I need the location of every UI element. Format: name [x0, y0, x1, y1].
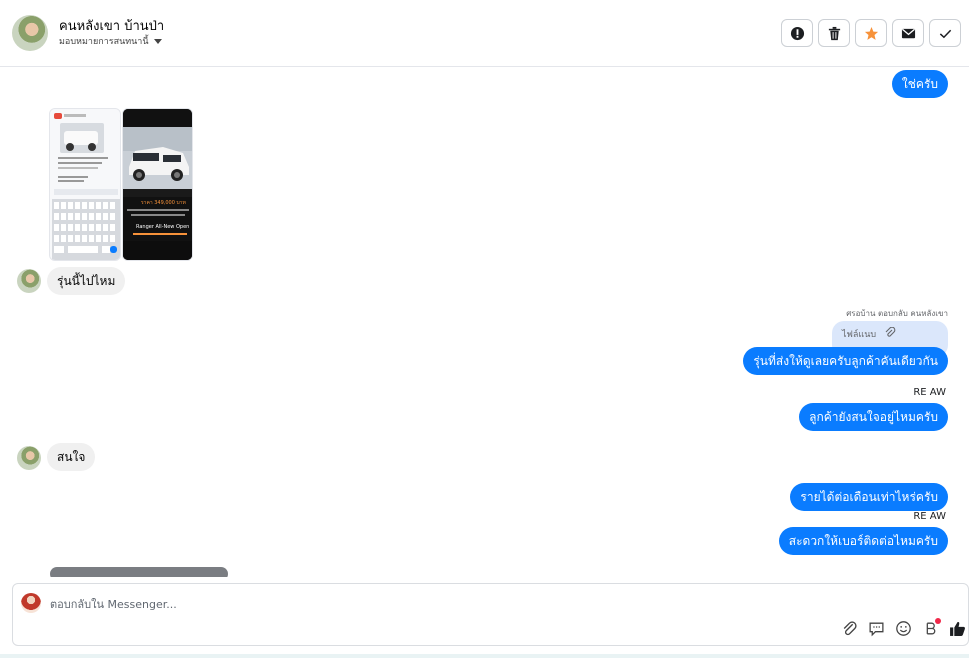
like-icon: [950, 622, 965, 636]
image-attachment-screenshot[interactable]: [49, 108, 121, 261]
phone-screenshot-image: [50, 109, 120, 260]
like-button[interactable]: [949, 620, 966, 637]
delete-button[interactable]: [818, 19, 850, 47]
message-bubble-incoming[interactable]: รุ่นนี้ไปไหม: [47, 267, 126, 295]
alert-circle-icon: [790, 26, 804, 40]
message-input[interactable]: ตอบกลับใน Messenger...: [50, 595, 177, 613]
done-button[interactable]: [929, 19, 961, 47]
message-bubble-incoming[interactable]: สนใจ: [47, 443, 96, 471]
message-bubble-outgoing[interactable]: ลูกค้ายังสนใจอยู่ไหมครับ: [799, 403, 948, 431]
bot-button[interactable]: [922, 618, 941, 637]
emoji-button[interactable]: [895, 620, 912, 637]
window-bottom-border: [0, 654, 969, 658]
composer-toolbar: [841, 618, 966, 637]
ad-title-text: Ranger All-New Open: [136, 224, 189, 230]
page-avatar: [21, 593, 41, 613]
reply-composer[interactable]: ตอบกลับใน Messenger...: [12, 583, 969, 646]
attachment-button[interactable]: [841, 620, 858, 637]
mark-unread-button[interactable]: [892, 19, 924, 47]
attachment-icon: [843, 621, 857, 636]
image-attachment-car-ad[interactable]: ราคา 349,000 บาท Ranger All-New Open: [122, 108, 193, 261]
assign-conversation-dropdown[interactable]: มอบหมายการสนทนานี้: [59, 34, 162, 48]
ad-price-text: ราคา 349,000 บาท: [141, 200, 186, 206]
contact-avatar-small: [17, 446, 41, 470]
reply-context-label: ศรอบ้าน ตอบกลับ คนหลังเขา: [846, 309, 948, 318]
message-bubble-outgoing[interactable]: สะดวกให้เบอร์ติดต่อไหมครับ: [778, 527, 948, 555]
conversation-header: คนหลังเขา บ้านป่า มอบหมายการสนทนานี้: [0, 0, 969, 67]
assign-label: มอบหมายการสนทนานี้: [59, 37, 149, 47]
car-ad-image: ราคา 349,000 บาท Ranger All-New Open: [123, 109, 192, 260]
caret-down-icon: [153, 38, 162, 44]
message-bubble-outgoing[interactable]: ใช่ครับ: [891, 70, 948, 98]
contact-avatar[interactable]: [12, 15, 48, 51]
partially-visible-message: [50, 567, 228, 577]
checkmark-icon: [939, 29, 951, 38]
contact-name[interactable]: คนหลังเขา บ้านป่า: [59, 15, 164, 36]
saved-reply-button[interactable]: [868, 620, 885, 637]
sender-label: RE AW: [913, 387, 946, 398]
envelope-icon: [901, 28, 915, 38]
star-icon: [864, 26, 878, 40]
saved-reply-icon: [869, 622, 884, 637]
attachment-label: ไฟล์แนบ: [842, 330, 877, 340]
notification-dot: [935, 618, 941, 624]
trash-icon: [828, 26, 840, 40]
contact-avatar-small: [17, 269, 41, 293]
message-thread[interactable]: ใช่ครับ ราคา 349,000 บาท Ranger All-New …: [0, 67, 969, 577]
message-bubble-outgoing[interactable]: รายได้ต่อเดือนเท่าไหร่ครับ: [790, 483, 948, 511]
star-button[interactable]: [855, 19, 887, 47]
mark-spam-button[interactable]: [781, 19, 813, 47]
sender-label: RE AW: [913, 511, 946, 522]
emoji-icon: [896, 621, 911, 636]
message-bubble-outgoing[interactable]: รุ่นที่ส่งให้ดูเลยครับลูกค้าคันเดียวกัน: [743, 347, 948, 375]
paperclip-icon: [885, 327, 896, 337]
conversation-toolbar: [781, 19, 961, 47]
